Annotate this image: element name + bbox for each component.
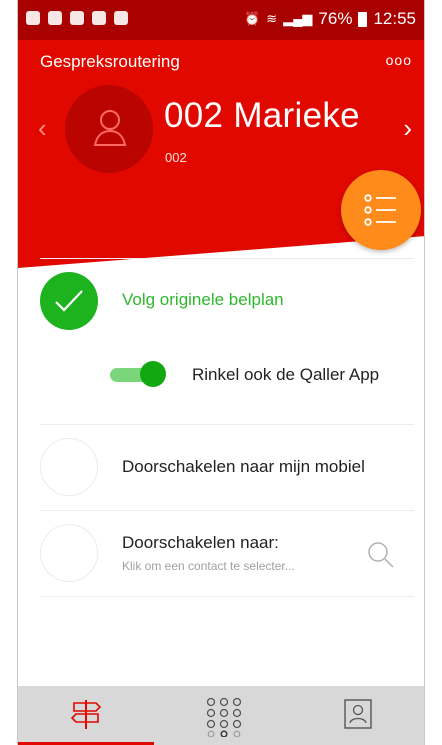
clock: 12:55 <box>373 9 416 28</box>
checkmark-icon <box>55 290 83 312</box>
overflow-menu-button[interactable]: ooo <box>386 52 412 68</box>
signal-icon: ▂▄▆ <box>283 11 313 26</box>
dialpad-icon <box>206 697 242 737</box>
bottom-tab-bar <box>18 686 424 745</box>
image-icon <box>48 11 62 25</box>
user-icon <box>93 110 127 146</box>
page-title: Gespreksroutering <box>40 52 180 71</box>
signpost-icon <box>70 700 102 729</box>
list-icon <box>364 194 396 226</box>
toggle-knob <box>140 361 166 387</box>
tab-dialpad[interactable] <box>154 686 290 745</box>
chat-icon <box>26 11 40 25</box>
status-bar: ⏰ ≋ ▂▄▆ 76% 12:55 <box>18 0 424 40</box>
routing-list-button[interactable] <box>341 170 421 250</box>
follow-plan-label[interactable]: Volg originele belplan <box>122 290 284 310</box>
ring-app-label: Rinkel ook de Qaller App <box>192 365 380 384</box>
alarm-icon: ⏰ <box>244 11 261 26</box>
phone-screen: ⏰ ≋ ▂▄▆ 76% 12:55 Gespreksroutering ooo … <box>17 0 425 745</box>
forward-mobile-radio[interactable] <box>40 438 98 496</box>
tab-contacts[interactable] <box>290 686 424 745</box>
notification-icons <box>26 11 128 25</box>
system-status: ⏰ ≋ ▂▄▆ 76% 12:55 <box>244 9 416 29</box>
battery-percentage: 76% <box>318 9 353 28</box>
follow-plan-option[interactable] <box>40 272 98 330</box>
forward-mobile-label[interactable]: Doorschakelen naar mijn mobiel <box>122 457 365 477</box>
contact-number: 002 <box>165 150 187 165</box>
contact-card-icon <box>344 699 372 729</box>
divider <box>40 258 414 259</box>
ring-app-toggle[interactable] <box>110 361 170 387</box>
photo-icon <box>92 11 106 25</box>
previous-contact-button[interactable]: ‹ <box>38 113 47 144</box>
battery-icon <box>358 11 368 27</box>
wifi-icon: ≋ <box>266 11 278 26</box>
search-icon[interactable] <box>366 540 396 570</box>
tab-routing[interactable] <box>18 686 154 745</box>
forward-to-radio[interactable] <box>40 524 98 582</box>
contact-select-field[interactable]: Klik om een contact te selecter... <box>122 559 295 573</box>
divider <box>40 510 414 511</box>
divider <box>40 596 414 597</box>
next-contact-button[interactable]: › <box>403 113 412 144</box>
play-icon <box>114 11 128 25</box>
home-icon <box>70 11 84 25</box>
avatar <box>65 85 153 173</box>
forward-to-label[interactable]: Doorschakelen naar: <box>122 533 279 553</box>
contact-name: 002 Marieke <box>164 96 360 135</box>
divider <box>40 424 414 425</box>
